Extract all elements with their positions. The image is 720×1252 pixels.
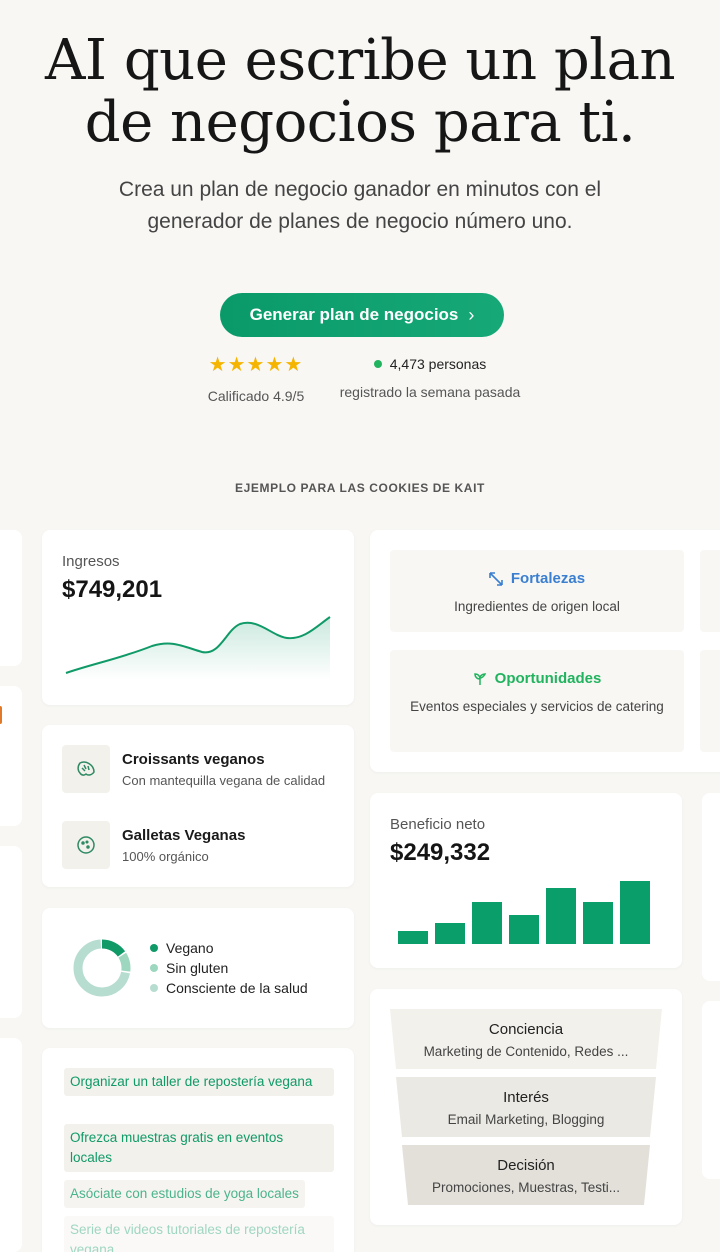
legend-item: Sin gluten [150,958,308,978]
funnel-stage: Decisión Promociones, Muestras, Testi... [390,1157,662,1195]
funnel-stage: Interés Email Marketing, Blogging [390,1089,662,1127]
bar [435,923,465,944]
generate-plan-button[interactable]: Generar plan de negocios › [220,293,504,337]
chevron-right-icon: › [468,304,475,325]
funnel-stage-desc: Email Marketing, Blogging [447,1112,605,1127]
opportunities-title: Oportunidades [494,670,602,687]
revenue-line-chart [65,616,331,680]
revenue-label: Ingresos [62,553,120,570]
list-item: Croissants veganos Con mantequilla vegan… [62,745,334,793]
registered-label: registrado la semana pasada [339,384,521,400]
product-title: Galletas Veganas [122,827,246,844]
generate-plan-label: Generar plan de negocios [249,305,459,324]
rating-label: Calificado 4.9/5 [207,388,305,404]
star-rating-icon: ★★★★★ [208,354,304,376]
product-desc: 100% orgánico [122,849,209,864]
hero-title-line1: AI que escribe un plan [44,28,676,93]
funnel-card: Conciencia Marketing de Contenido, Redes… [370,989,682,1225]
task-item[interactable]: Organizar un taller de repostería vegana [64,1068,334,1096]
legend-dot-icon [150,964,158,972]
strengths-title: Fortalezas [510,570,586,587]
task-item[interactable]: Ofrezca muestras gratis en eventos local… [64,1124,334,1172]
bar [509,915,539,944]
products-card: Croissants veganos Con mantequilla vegan… [42,725,354,887]
online-dot-icon [373,360,382,368]
legend-dot-icon [150,984,158,992]
croissant-icon [62,745,110,793]
hero-title: AI que escribe un plan de negocios para … [0,30,720,154]
bar [472,902,502,944]
legend-item: Consciente de la salud [150,978,308,998]
net-profit-label: Beneficio neto [390,816,486,833]
revenue-value: $749,201 [62,576,163,603]
funnel-stage-title: Interés [503,1089,549,1106]
swot-clipped-2 [700,650,720,752]
bar [398,931,428,944]
hero-title-line2: de negocios para ti. [84,90,636,155]
net-profit-bar-chart [398,881,650,944]
funnel-stage-title: Decisión [497,1157,555,1174]
legend-dot-icon [150,944,158,952]
clipped-card-left-2 [0,686,22,826]
segments-card: Vegano Sin gluten Consciente de la salud [42,908,354,1028]
registered-block: 4,473 personas registrado la semana pasa… [330,356,530,400]
revenue-area [66,617,330,680]
swot-clipped-1 [700,550,720,632]
registered-count: 4,473 personas [389,356,487,372]
clipped-accent [0,706,2,724]
hero-subtitle: Crea un plan de negocio ganador en minut… [118,178,602,233]
clipped-card-left-1 [0,530,22,666]
funnel-stage-desc: Promociones, Muestras, Testi... [431,1180,621,1195]
segments-legend: Vegano Sin gluten Consciente de la salud [150,938,308,998]
funnel-stage-title: Conciencia [488,1021,564,1038]
expand-arrows-icon [489,571,503,586]
legend-item: Vegano [150,938,308,958]
sprout-icon [473,672,486,685]
revenue-card: Ingresos $749,201 [42,530,354,705]
bar [620,881,650,944]
swot-strengths: Fortalezas Ingredientes de origen local [390,550,684,632]
rating-block: ★★★★★ Calificado 4.9/5 [196,354,316,404]
opportunities-desc: Eventos especiales y servicios de cateri… [410,699,664,714]
tasks-card: Organizar un taller de repostería vegana… [42,1048,354,1252]
funnel-stage-desc: Marketing de Contenido, Redes ... [423,1044,629,1059]
task-item[interactable]: Serie de videos tutoriales de repostería… [64,1216,334,1252]
list-item: Galletas Veganas 100% orgánico [62,821,334,869]
swot-card: Fortalezas Ingredientes de origen local … [370,530,720,772]
cookie-icon [62,821,110,869]
net-profit-card: Beneficio neto $249,332 [370,793,682,968]
clipped-card-left-4 [0,1038,22,1252]
net-profit-value: $249,332 [390,839,491,866]
clipped-card-right-2 [702,1001,720,1179]
strengths-desc: Ingredientes de origen local [454,599,620,614]
funnel-stage: Conciencia Marketing de Contenido, Redes… [390,1021,662,1059]
clipped-card-right-1 [702,793,720,981]
segments-donut-chart [73,939,131,997]
clipped-card-left-3 [0,846,22,1018]
bar [546,888,576,944]
swot-opportunities: Oportunidades Eventos especiales y servi… [390,650,684,752]
bar [583,902,613,944]
product-title: Croissants veganos [122,751,265,768]
task-item[interactable]: Asóciate con estudios de yoga locales [64,1180,305,1208]
example-label: EJEMPLO PARA LAS COOKIES DE KAIT [235,481,485,495]
product-desc: Con mantequilla vegana de calidad [122,773,326,788]
